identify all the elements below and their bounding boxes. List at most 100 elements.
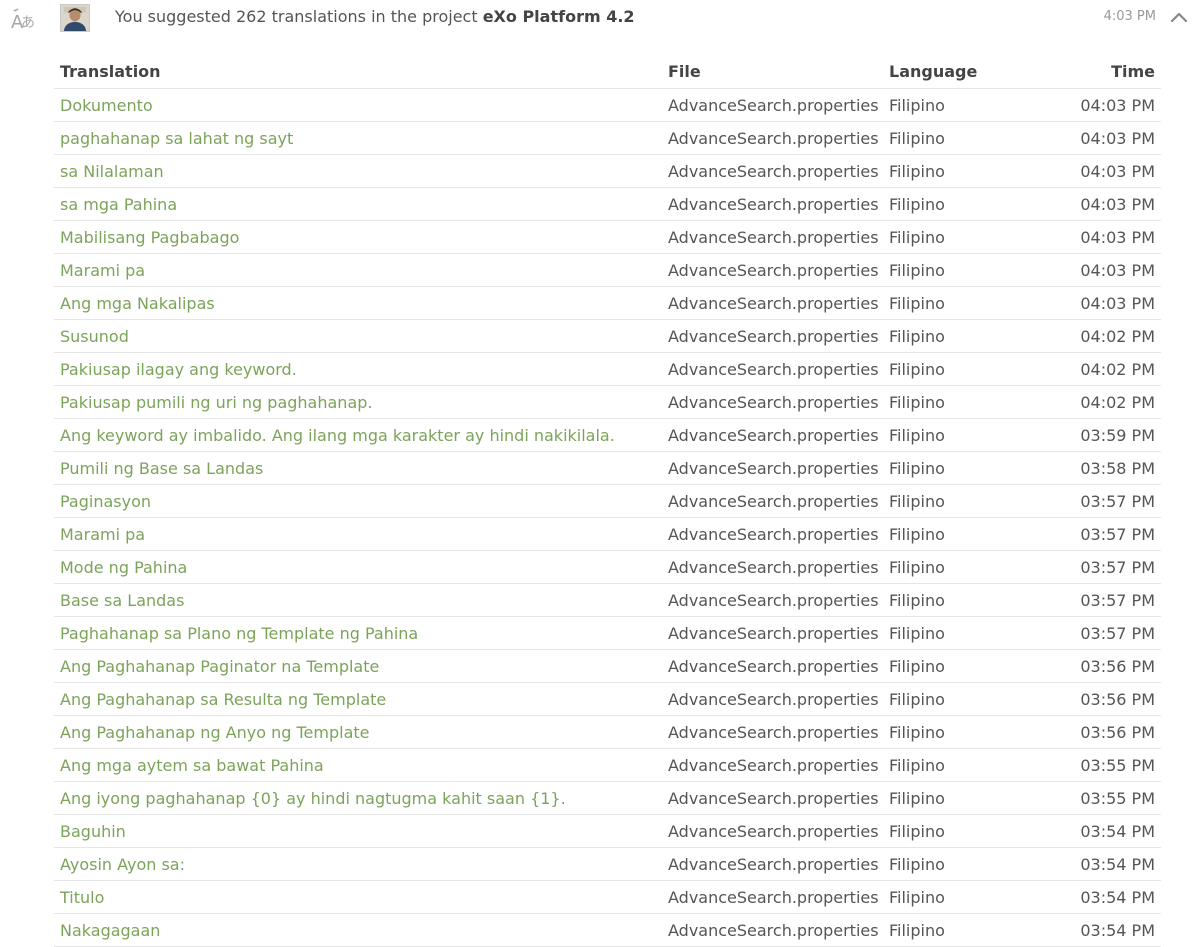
project-name[interactable]: eXo Platform 4.2 [483, 7, 635, 26]
translation-link[interactable]: Dokumento [60, 96, 153, 115]
time-cell: 03:55 PM [1043, 748, 1161, 782]
translation-link[interactable]: Paginasyon [60, 492, 151, 511]
language-cell: Filipino [883, 517, 1043, 551]
translation-link[interactable]: Pumili ng Base sa Landas [60, 459, 263, 478]
translation-link[interactable]: Pakiusap ilagay ang keyword. [60, 360, 297, 379]
translation-cell: Ang mga Nakalipas [54, 286, 662, 320]
table-row: Baguhin AdvanceSearch.properties Filipino 0… [54, 814, 1161, 848]
translation-link[interactable]: Ang Paghahanap Paginator na Template [60, 657, 379, 676]
translation-link[interactable]: Ang Paghahanap sa Resulta ng Template [60, 690, 386, 709]
translation-link[interactable]: sa Nilalaman [60, 162, 164, 181]
translation-link[interactable]: Baguhin [60, 822, 126, 841]
file-cell: AdvanceSearch.properties [662, 286, 883, 320]
time-cell: 04:03 PM [1043, 154, 1161, 188]
translation-link[interactable]: Ang iyong paghahanap {0} ay hindi nagtug… [60, 789, 566, 808]
language-cell: Filipino [883, 748, 1043, 782]
table-row: sa mga Pahina AdvanceSearch.properties Fil… [54, 187, 1161, 221]
time-cell: 04:02 PM [1043, 385, 1161, 419]
language-cell: Filipino [883, 418, 1043, 452]
file-cell: AdvanceSearch.properties [662, 187, 883, 221]
time-cell: 03:54 PM [1043, 880, 1161, 914]
file-cell: AdvanceSearch.properties [662, 352, 883, 386]
table-row: Pumili ng Base sa Landas AdvanceSearch.pr… [54, 451, 1161, 485]
time-cell: 04:03 PM [1043, 121, 1161, 155]
file-cell: AdvanceSearch.properties [662, 814, 883, 848]
language-cell: Filipino [883, 649, 1043, 683]
language-cell: Filipino [883, 352, 1043, 386]
time-cell: 03:55 PM [1043, 781, 1161, 815]
translation-link[interactable]: Ang mga aytem sa bawat Pahina [60, 756, 324, 775]
translation-cell: Ang iyong paghahanap {0} ay hindi nagtug… [54, 781, 662, 815]
translation-cell: paghahanap sa lahat ng sayt [54, 121, 662, 155]
language-cell: Filipino [883, 451, 1043, 485]
table-row: Nakagagaan AdvanceSearch.properties Filipi… [54, 913, 1161, 947]
translation-link[interactable]: Mode ng Pahina [60, 558, 187, 577]
svg-text:あ: あ [21, 15, 35, 31]
time-cell: 03:57 PM [1043, 616, 1161, 650]
table-row: Base sa Landas AdvanceSearch.properties Fi… [54, 583, 1161, 617]
language-cell: Filipino [883, 781, 1043, 815]
translation-link[interactable]: Ayosin Ayon sa: [60, 855, 185, 874]
translation-cell: Ayosin Ayon sa: [54, 847, 662, 881]
translation-link[interactable]: Base sa Landas [60, 591, 184, 610]
activity-message-text: You suggested 262 translations in the pr… [115, 7, 483, 26]
language-cell: Filipino [883, 814, 1043, 848]
file-cell: AdvanceSearch.properties [662, 748, 883, 782]
chevron-up-icon[interactable] [1170, 10, 1188, 24]
language-cell: Filipino [883, 913, 1043, 947]
translation-cell: sa Nilalaman [54, 154, 662, 188]
file-cell: AdvanceSearch.properties [662, 88, 883, 122]
translation-link[interactable]: Ang mga Nakalipas [60, 294, 215, 313]
translation-cell: Marami pa [54, 517, 662, 551]
file-cell: AdvanceSearch.properties [662, 418, 883, 452]
file-cell: AdvanceSearch.properties [662, 253, 883, 287]
table-row: sa Nilalaman AdvanceSearch.properties Fili… [54, 154, 1161, 188]
file-cell: AdvanceSearch.properties [662, 385, 883, 419]
language-cell: Filipino [883, 319, 1043, 353]
activity-header: A あ You suggested 262 translations in th… [0, 0, 1201, 40]
table-row: Ang Paghahanap Paginator na Template Adva… [54, 649, 1161, 683]
time-cell: 03:57 PM [1043, 517, 1161, 551]
translation-link[interactable]: Marami pa [60, 525, 145, 544]
file-cell: AdvanceSearch.properties [662, 550, 883, 584]
table-row: Ang iyong paghahanap {0} ay hindi nagtug… [54, 781, 1161, 815]
file-cell: AdvanceSearch.properties [662, 880, 883, 914]
table-row: Ang mga Nakalipas AdvanceSearch.propertie… [54, 286, 1161, 320]
translation-link[interactable]: Ang Paghahanap ng Anyo ng Template [60, 723, 370, 742]
translation-cell: Baguhin [54, 814, 662, 848]
language-cell: Filipino [883, 715, 1043, 749]
table-row: Titulo AdvanceSearch.properties Filipino 03… [54, 880, 1161, 914]
language-cell: Filipino [883, 550, 1043, 584]
translation-link[interactable]: sa mga Pahina [60, 195, 177, 214]
user-avatar[interactable] [60, 4, 90, 32]
translation-link[interactable]: paghahanap sa lahat ng sayt [60, 129, 293, 148]
time-cell: 03:58 PM [1043, 451, 1161, 485]
translation-cell: Mabilisang Pagbabago [54, 220, 662, 254]
time-cell: 03:54 PM [1043, 913, 1161, 947]
translation-link[interactable]: Titulo [60, 888, 104, 907]
file-cell: AdvanceSearch.properties [662, 121, 883, 155]
translation-cell: Titulo [54, 880, 662, 914]
translation-cell: Mode ng Pahina [54, 550, 662, 584]
table-row: Pakiusap pumili ng uri ng paghahanap. Adv… [54, 385, 1161, 419]
language-cell: Filipino [883, 847, 1043, 881]
table-row: Marami pa AdvanceSearch.properties Filipin… [54, 517, 1161, 551]
time-cell: 04:02 PM [1043, 352, 1161, 386]
translation-cell: sa mga Pahina [54, 187, 662, 221]
translation-link[interactable]: Marami pa [60, 261, 145, 280]
time-cell: 04:03 PM [1043, 286, 1161, 320]
translation-link[interactable]: Susunod [60, 327, 129, 346]
time-cell: 03:56 PM [1043, 649, 1161, 683]
translation-link[interactable]: Ang keyword ay imbalido. Ang ilang mga k… [60, 426, 615, 445]
language-cell: Filipino [883, 88, 1043, 122]
translation-link[interactable]: Pakiusap pumili ng uri ng paghahanap. [60, 393, 372, 412]
table-row: Mode ng Pahina AdvanceSearch.properties Fi… [54, 550, 1161, 584]
translation-link[interactable]: Mabilisang Pagbabago [60, 228, 239, 247]
table-header-row: Translation File Language Time [54, 55, 1161, 89]
column-header-file: File [662, 55, 883, 89]
translation-link[interactable]: Paghahanap sa Plano ng Template ng Pahin… [60, 624, 418, 643]
time-cell: 03:59 PM [1043, 418, 1161, 452]
translation-cell: Ang Paghahanap sa Resulta ng Template [54, 682, 662, 716]
translation-link[interactable]: Nakagagaan [60, 921, 160, 940]
table-row: Paghahanap sa Plano ng Template ng Pahin… [54, 616, 1161, 650]
